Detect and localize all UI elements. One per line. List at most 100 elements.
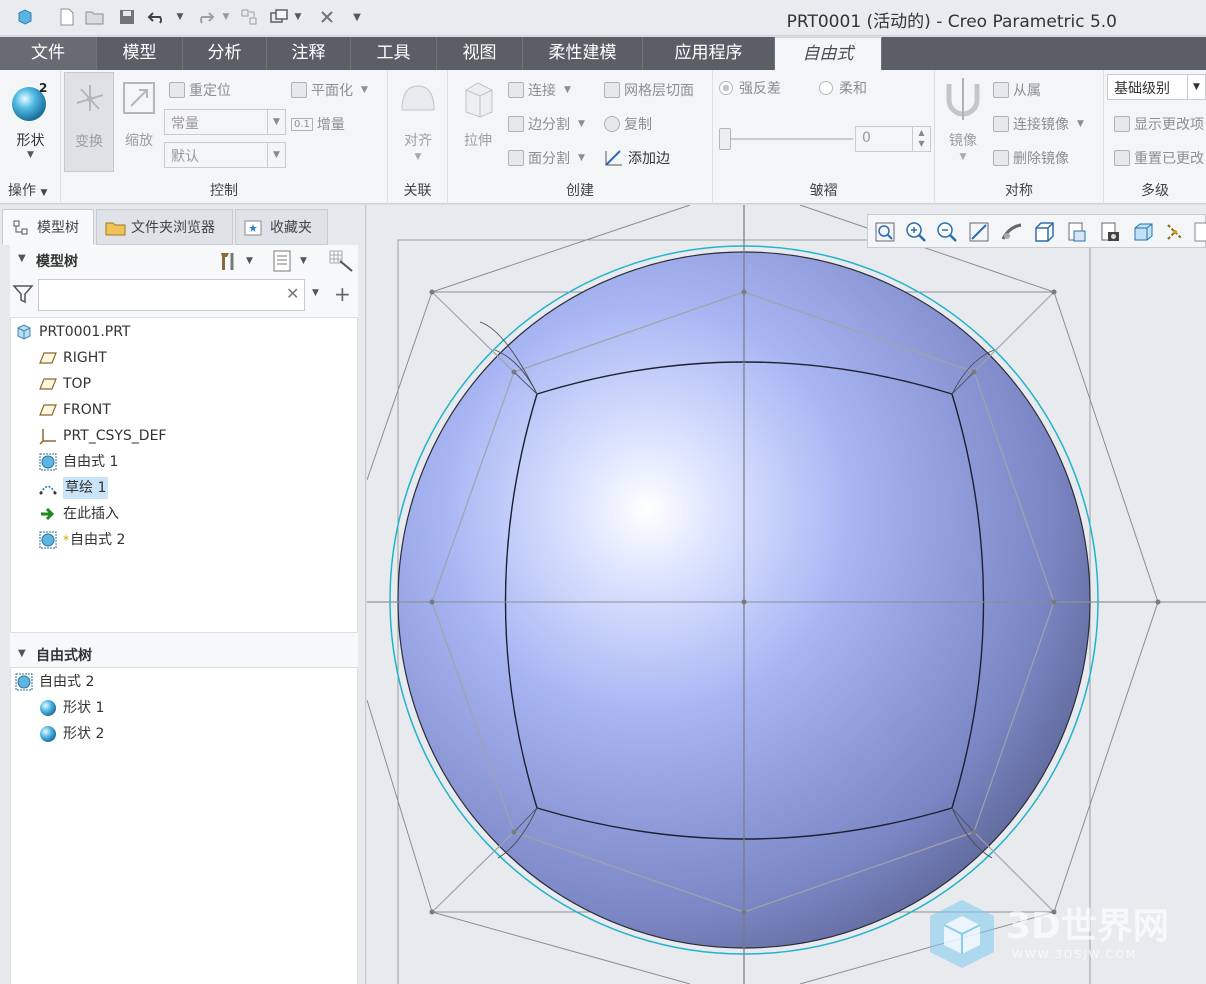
tree-node-insert-here[interactable]: 在此插入 — [39, 503, 119, 525]
saved-orientations-icon[interactable] — [1066, 221, 1088, 243]
regenerate-icon[interactable] — [238, 6, 260, 28]
refit-icon[interactable] — [874, 221, 896, 243]
tree-node-csys[interactable]: PRT_CSYS_DEF — [39, 425, 166, 447]
graphics-viewport[interactable] — [367, 205, 1206, 984]
modified-marker: * — [63, 533, 69, 547]
tree-node-label: RIGHT — [63, 350, 107, 366]
tab-annotate[interactable]: 注释 — [267, 37, 351, 70]
align-button[interactable]: 对齐 ▼ — [396, 78, 440, 174]
collapse-icon[interactable]: ▼ — [18, 253, 26, 264]
tab-applications[interactable]: 应用程序 — [643, 37, 775, 70]
tab-flexible-modeling[interactable]: 柔性建模 — [523, 37, 643, 70]
default-dropdown[interactable]: 默认 ▼ — [164, 142, 286, 168]
display-style-icon[interactable] — [1033, 221, 1055, 243]
tree-node-sketch-1[interactable]: 草绘 1 — [39, 477, 109, 499]
connect-mirror-button[interactable]: 连接镜像 ▼ — [993, 114, 1084, 134]
tree-node-part[interactable]: PRT0001.PRT — [15, 321, 131, 343]
crease-slider[interactable] — [721, 138, 853, 140]
face-split-button[interactable]: 面分割 ▼ — [508, 148, 585, 168]
shape-badge: 2 — [39, 81, 47, 95]
copy-button[interactable]: 复制 — [604, 114, 652, 134]
freestyle-tree-shape-2[interactable]: 形状 2 — [39, 723, 104, 745]
reset-changes-button[interactable]: 重置已更改 — [1114, 148, 1204, 168]
datum-plane-icon — [39, 404, 57, 416]
shape-dropdown-icon[interactable]: ▼ — [0, 150, 61, 160]
datum-plane-icon — [39, 352, 57, 364]
undo-dropdown-icon[interactable]: ▼ — [174, 6, 186, 28]
spin-center-icon[interactable] — [1164, 221, 1186, 243]
tree-node-freestyle-2[interactable]: * 自由式 2 — [39, 529, 125, 551]
constant-dropdown[interactable]: 常量 ▼ — [164, 109, 286, 135]
zoom-out-icon[interactable] — [936, 221, 958, 243]
zoom-in-icon[interactable] — [905, 221, 927, 243]
show-changes-button[interactable]: 显示更改项 — [1114, 114, 1204, 134]
transform-button[interactable]: 变换 — [64, 72, 114, 172]
show-button[interactable]: ▼ — [272, 249, 316, 273]
mesh-cut-button[interactable]: 网格层切面 — [604, 80, 694, 100]
redo-icon[interactable] — [194, 6, 216, 28]
search-dropdown-icon[interactable]: ▼ — [312, 288, 319, 298]
datum-display-icon[interactable] — [1132, 221, 1154, 243]
follow-button[interactable]: 从属 — [993, 80, 1041, 100]
tab-model-tree[interactable]: 模型树 — [2, 209, 94, 245]
face-split-icon — [508, 150, 524, 166]
increment-badge: 0.1 — [291, 117, 313, 131]
windows-dropdown-icon[interactable]: ▼ — [293, 6, 303, 28]
search-input[interactable] — [38, 279, 305, 311]
undo-icon[interactable] — [146, 6, 168, 28]
connect-button[interactable]: 连接 ▼ — [508, 80, 571, 100]
open-icon[interactable] — [84, 6, 106, 28]
strong-crease-radio[interactable]: 强反差 — [719, 78, 781, 98]
flatten-button[interactable]: 平面化 ▼ — [291, 80, 368, 100]
add-edge-button[interactable]: 添加边 — [604, 148, 670, 168]
tree-node-right[interactable]: RIGHT — [39, 347, 107, 369]
save-icon[interactable] — [116, 6, 138, 28]
annotation-display-icon[interactable] — [1194, 221, 1206, 243]
clear-search-icon[interactable]: ✕ — [286, 284, 299, 303]
chevron-down-icon: ▼ — [1077, 119, 1084, 129]
tree-node-freestyle-1[interactable]: 自由式 1 — [39, 451, 118, 473]
filter-settings-button[interactable] — [328, 249, 354, 273]
level-dropdown[interactable]: 基础级别 ▼ — [1107, 74, 1206, 100]
tab-analysis[interactable]: 分析 — [183, 37, 267, 70]
edge-split-button[interactable]: 边分割 ▼ — [508, 114, 585, 134]
app-icon[interactable] — [14, 6, 36, 28]
model-tree-list: PRT0001.PRT RIGHT TOP FRONT PRT_CSYS_DEF… — [10, 317, 358, 633]
close-icon[interactable] — [316, 6, 338, 28]
customize-icon[interactable]: ▼ — [350, 6, 364, 28]
scale-button[interactable]: 缩放 — [117, 72, 161, 172]
tab-tools[interactable]: 工具 — [351, 37, 437, 70]
tree-node-top[interactable]: TOP — [39, 373, 91, 395]
tab-view[interactable]: 视图 — [437, 37, 523, 70]
perspective-icon[interactable] — [1001, 221, 1023, 243]
view-manager-icon[interactable] — [1099, 221, 1121, 243]
filter-icon[interactable] — [12, 283, 36, 307]
soft-crease-radio[interactable]: 柔和 — [819, 78, 867, 98]
redo-dropdown-icon[interactable]: ▼ — [220, 6, 232, 28]
freestyle-tree-shape-1[interactable]: 形状 1 — [39, 697, 104, 719]
tab-model[interactable]: 模型 — [97, 37, 183, 70]
crease-value-field[interactable]: 0 ▲ ▼ — [855, 126, 931, 152]
model-tree-header: 模型树 — [36, 254, 78, 270]
tab-folder-browser[interactable]: 文件夹浏览器 — [96, 209, 233, 245]
model-graphics[interactable] — [367, 205, 1206, 984]
collapse-icon[interactable]: ▼ — [18, 648, 26, 659]
increment-button[interactable]: 0.1 增量 — [291, 114, 345, 134]
add-filter-icon[interactable]: + — [334, 282, 351, 306]
delete-mirror-button[interactable]: 删除镜像 — [993, 148, 1069, 168]
repaint-icon[interactable] — [968, 221, 990, 243]
tab-freestyle[interactable]: 自由式 — [775, 37, 882, 70]
mirror-button[interactable]: 镜像 ▼ — [939, 76, 987, 172]
group-operations-label[interactable]: 操作 ▼ — [0, 180, 60, 200]
tab-file[interactable]: 文件 — [0, 37, 97, 70]
tree-settings-button[interactable]: ▼ — [218, 249, 258, 273]
crease-slider-handle[interactable] — [719, 128, 731, 150]
tree-node-front[interactable]: FRONT — [39, 399, 111, 421]
reposition-button[interactable]: 重定位 — [169, 80, 231, 100]
extrude-button[interactable]: 拉伸 — [456, 78, 500, 149]
freestyle-tree-root[interactable]: 自由式 2 — [15, 671, 94, 693]
new-icon[interactable] — [56, 6, 78, 28]
tab-favorites[interactable]: 收藏夹 — [235, 209, 328, 245]
shape-button[interactable]: 2 — [10, 80, 52, 122]
windows-icon[interactable] — [268, 6, 290, 28]
